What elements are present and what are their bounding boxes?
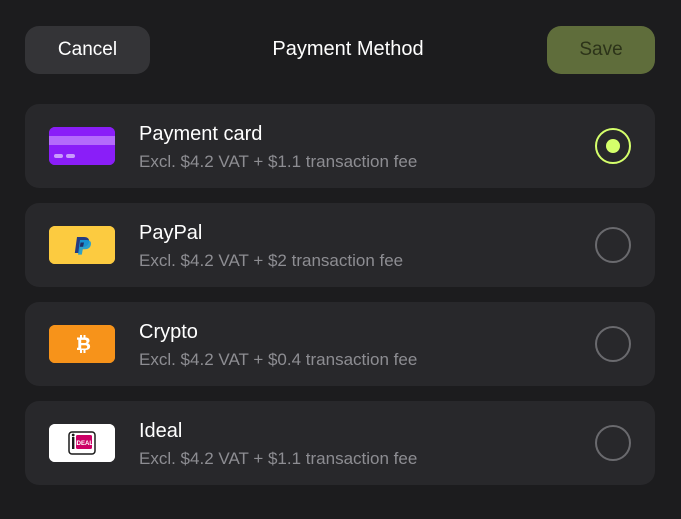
option-name: Ideal [139, 420, 183, 442]
option-name: Crypto [139, 321, 198, 343]
ideal-icon: iDEAL [49, 424, 115, 462]
radio-button[interactable] [595, 227, 631, 263]
radio-button[interactable] [595, 425, 631, 461]
save-button[interactable]: Save [547, 26, 655, 74]
option-description: Excl. $4.2 VAT + $2 transaction fee [139, 251, 404, 270]
ideal-logo-text: iDEAL [75, 441, 93, 447]
option-name: PayPal [139, 222, 203, 244]
radio-dot [606, 139, 620, 153]
payment-option-ideal[interactable]: iDEAL Ideal Excl. $4.2 VAT + $1.1 transa… [25, 401, 655, 485]
header: Cancel Payment Method Save [0, 0, 681, 100]
credit-card-icon [49, 127, 115, 165]
option-description: Excl. $4.2 VAT + $1.1 transaction fee [139, 449, 418, 468]
option-name: Payment card [139, 123, 263, 145]
paypal-icon [49, 226, 115, 264]
option-description: Excl. $4.2 VAT + $1.1 transaction fee [139, 152, 418, 171]
option-description: Excl. $4.2 VAT + $0.4 transaction fee [139, 350, 418, 369]
bitcoin-icon [49, 325, 115, 363]
radio-button-selected[interactable] [595, 128, 631, 164]
payment-method-list: Payment card Excl. $4.2 VAT + $1.1 trans… [25, 104, 655, 500]
payment-option-paypal[interactable]: PayPal Excl. $4.2 VAT + $2 transaction f… [25, 203, 655, 287]
payment-option-card[interactable]: Payment card Excl. $4.2 VAT + $1.1 trans… [25, 104, 655, 188]
radio-button[interactable] [595, 326, 631, 362]
payment-option-crypto[interactable]: Crypto Excl. $4.2 VAT + $0.4 transaction… [25, 302, 655, 386]
